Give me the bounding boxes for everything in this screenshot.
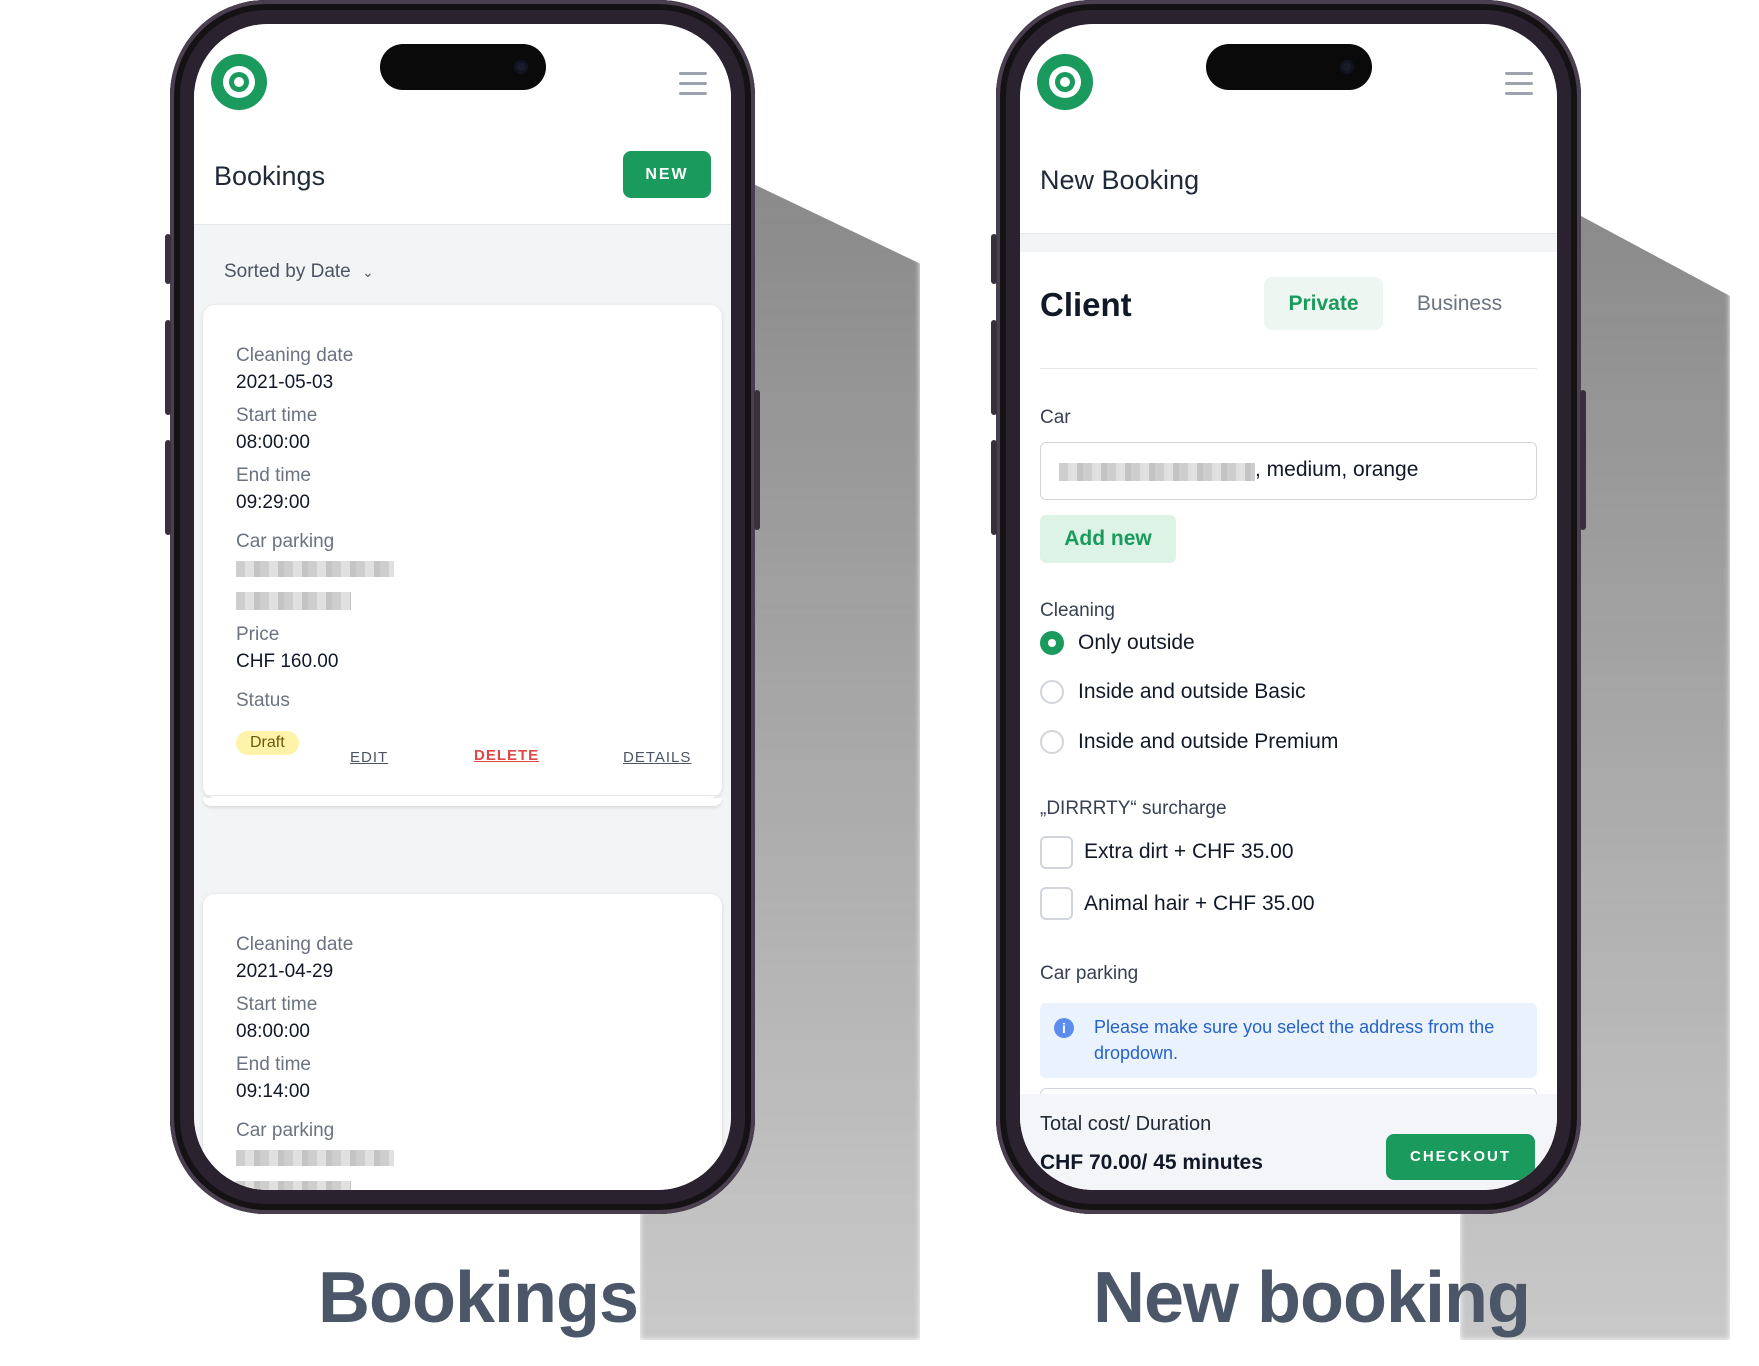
page-title: New Booking [1040,165,1200,195]
redacted-address [236,1181,351,1190]
new-booking-button[interactable]: NEW [623,151,711,198]
status-badge: Draft [236,731,299,755]
option-label: Only outside [1078,631,1195,654]
tab-business[interactable]: Business [1400,277,1519,330]
client-heading: Client [1040,286,1132,323]
client-divider [1040,368,1537,369]
redacted-address [236,592,351,610]
cleaning-date-label: Cleaning date [236,934,354,955]
radio-inside-outside-basic[interactable] [1040,680,1064,704]
page-title: Bookings [214,161,326,191]
option-label: Extra dirt + CHF 35.00 [1084,840,1294,863]
sort-label: Sorted by Date [224,261,351,282]
add-new-car-button[interactable]: Add new [1040,515,1176,563]
page-header: Bookings NEW [194,131,731,225]
info-alert: i Please make sure you select the addres… [1040,1003,1537,1078]
end-time-label: End time [236,1054,311,1075]
end-time-value: 09:29:00 [236,492,310,513]
total-value: CHF 70.00/ 45 minutes [1040,1151,1263,1174]
start-time-value: 08:00:00 [236,1021,310,1042]
price-label: Price [236,624,280,645]
hamburger-menu-icon[interactable] [679,72,707,102]
redacted-address [236,561,394,577]
end-time-label: End time [236,465,311,486]
car-select[interactable]: , medium, orange [1040,442,1537,500]
phone-left: Bookings NEW Sorted by Date ⌄ Cleaning d… [165,0,760,1214]
page-header: New Booking [1020,131,1557,234]
greenwiperz-logo-icon[interactable] [1037,54,1093,110]
surcharge-label: „DIRRRTY“ surcharge [1040,798,1227,819]
redacted-address [236,1150,394,1166]
booking-form: Client Private Business Car , medium, or… [1020,252,1557,1190]
sort-dropdown[interactable]: Sorted by Date ⌄ [224,261,374,283]
phone-right: New Booking Client Private Business Car … [991,0,1586,1214]
status-label: Status [236,690,290,711]
new-booking-screen: New Booking Client Private Business Car … [1020,24,1557,1190]
info-message: Please make sure you select the address … [1094,1017,1495,1063]
car-parking-label: Car parking [236,531,335,552]
hamburger-menu-icon[interactable] [1505,72,1533,102]
delete-link[interactable]: DELETE [474,747,539,764]
checkbox-extra-dirt[interactable] [1040,836,1073,869]
chevron-down-icon: ⌄ [362,264,374,280]
dynamic-island [379,44,546,90]
details-link[interactable]: DETAILS [623,749,691,766]
checkout-bar: Total cost/ Duration CHF 70.00/ 45 minut… [1020,1094,1557,1190]
card-bottom-edge [203,798,722,806]
start-time-label: Start time [236,405,318,426]
checkout-button[interactable]: CHECKOUT [1386,1134,1535,1180]
caption-new-booking: New booking [1093,1258,1531,1338]
option-label: Inside and outside Premium [1078,730,1339,753]
option-label: Inside and outside Basic [1078,680,1306,703]
checkbox-animal-hair[interactable] [1040,887,1073,920]
option-label: Animal hair + CHF 35.00 [1084,892,1315,915]
edit-link[interactable]: EDIT [350,749,388,766]
cleaning-label: Cleaning [1040,600,1115,621]
car-label: Car [1040,407,1071,428]
booking-card: Cleaning date 2021-05-03 Start time 08:0… [203,305,722,798]
car-value: , medium, orange [1255,458,1419,481]
bookings-screen: Bookings NEW Sorted by Date ⌄ Cleaning d… [194,24,731,1190]
radio-only-outside[interactable] [1040,631,1064,655]
redacted-car-plate [1059,463,1255,481]
bookings-list: Sorted by Date ⌄ Cleaning date 2021-05-0… [194,225,731,1190]
total-label: Total cost/ Duration [1040,1113,1212,1135]
start-time-label: Start time [236,994,318,1015]
greenwiperz-logo-icon[interactable] [211,54,267,110]
radio-inside-outside-premium[interactable] [1040,730,1064,754]
dynamic-island [1205,44,1372,90]
cleaning-date-value: 2021-04-29 [236,961,334,982]
price-value: CHF 160.00 [236,651,339,672]
car-parking-label: Car parking [236,1120,335,1141]
car-parking-label: Car parking [1040,963,1139,984]
end-time-value: 09:14:00 [236,1081,310,1102]
card-divider [203,795,722,796]
caption-bookings: Bookings [318,1258,639,1338]
form-gap [1020,234,1557,252]
booking-card: Cleaning date 2021-04-29 Start time 08:0… [203,894,722,1190]
cleaning-date-value: 2021-05-03 [236,372,334,393]
cleaning-date-label: Cleaning date [236,345,354,366]
info-icon: i [1054,1018,1074,1038]
start-time-value: 08:00:00 [236,432,310,453]
tab-private[interactable]: Private [1264,277,1383,330]
